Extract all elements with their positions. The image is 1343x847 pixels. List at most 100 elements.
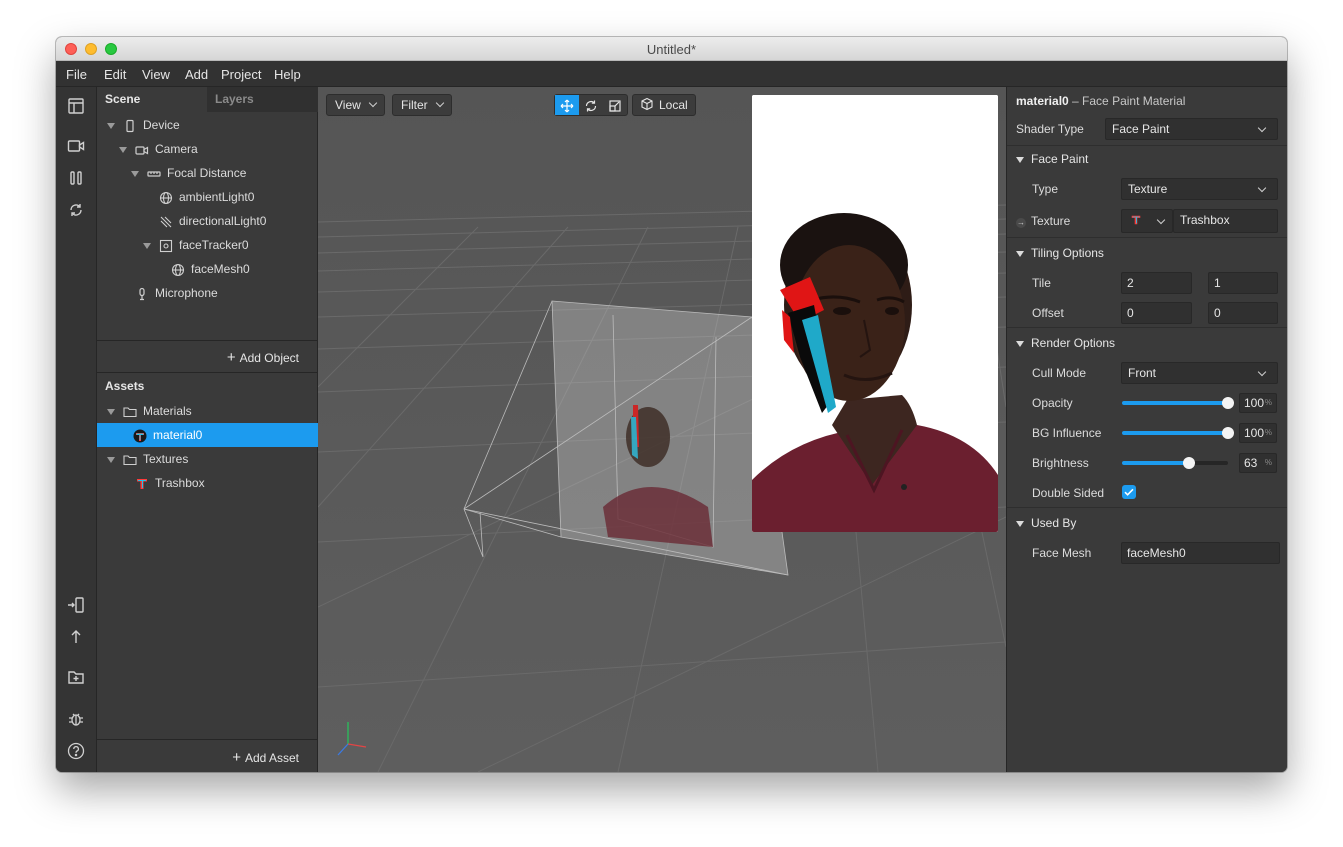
- section-tiling[interactable]: Tiling Options: [1016, 246, 1104, 260]
- chevron-down-icon: [1257, 367, 1267, 377]
- menu-add[interactable]: Add: [185, 67, 208, 82]
- bug-icon[interactable]: [66, 710, 86, 730]
- scale-tool-icon[interactable]: [603, 95, 627, 115]
- tree-item-focal-distance[interactable]: Focal Distance: [131, 161, 246, 185]
- preview-image: [752, 95, 998, 532]
- texture-field[interactable]: Trashbox: [1173, 209, 1278, 233]
- filter-dropdown[interactable]: Filter: [392, 94, 452, 116]
- object-type: – Face Paint Material: [1072, 94, 1186, 108]
- bg-influence-value-field[interactable]: 100%: [1239, 423, 1277, 443]
- offset-x-input[interactable]: 0: [1121, 302, 1192, 324]
- upload-icon[interactable]: [66, 628, 86, 648]
- asset-item-material0[interactable]: material0: [97, 423, 318, 447]
- menu-project[interactable]: Project: [221, 67, 261, 82]
- offset-y-input[interactable]: 0: [1208, 302, 1278, 324]
- tab-layers[interactable]: Layers: [207, 87, 318, 112]
- video-icon[interactable]: [66, 137, 86, 157]
- bg-influence-value: 100: [1244, 426, 1265, 440]
- opacity-value-field[interactable]: 100%: [1239, 393, 1277, 413]
- tile-x-input[interactable]: 2: [1121, 272, 1192, 294]
- add-asset-label: Add Asset: [244, 751, 299, 765]
- move-tool-icon[interactable]: [555, 95, 579, 115]
- globe-icon: [159, 191, 173, 205]
- expand-arrow-icon[interactable]: [107, 408, 115, 415]
- local-space-toggle[interactable]: Local: [632, 94, 696, 116]
- menu-file[interactable]: File: [66, 67, 87, 82]
- slider-knob[interactable]: [1182, 457, 1195, 469]
- collapse-arrow-icon: [1016, 156, 1024, 163]
- texture-label-text: Texture: [1031, 214, 1071, 228]
- bg-influence-slider[interactable]: [1122, 427, 1234, 439]
- tile-label: Tile: [1032, 276, 1051, 290]
- scene-viewport[interactable]: View Filter Local: [318, 87, 1006, 772]
- slider-knob[interactable]: [1222, 397, 1234, 409]
- chevron-down-icon: [1257, 123, 1267, 133]
- tree-item-face-mesh[interactable]: faceMesh0: [171, 257, 250, 281]
- menu-view[interactable]: View: [142, 67, 170, 82]
- expand-arrow-icon[interactable]: [107, 122, 115, 129]
- tree-item-device[interactable]: Device: [107, 113, 180, 137]
- tree-item-camera[interactable]: Camera: [119, 137, 198, 161]
- tile-y-input[interactable]: 1: [1208, 272, 1278, 294]
- pause-icon[interactable]: [66, 169, 86, 189]
- chevron-down-icon: [368, 98, 378, 108]
- simulator-preview[interactable]: [752, 95, 998, 532]
- double-sided-label: Double Sided: [1032, 486, 1105, 500]
- face-tracker-icon: [159, 239, 173, 253]
- tree-label: directionalLight0: [179, 214, 267, 228]
- tree-label: faceTracker0: [179, 238, 249, 252]
- tree-item-face-tracker[interactable]: faceTracker0: [143, 233, 249, 257]
- add-object-button[interactable]: + Add Object: [227, 349, 299, 366]
- section-title: Tiling Options: [1031, 246, 1104, 260]
- double-sided-checkbox[interactable]: [1122, 485, 1136, 499]
- slider-fill: [1122, 461, 1189, 465]
- import-folder-icon[interactable]: [66, 668, 86, 688]
- material-icon: [133, 429, 147, 443]
- percent-sign: %: [1264, 398, 1272, 407]
- opacity-value: 100: [1244, 396, 1265, 410]
- app-window: Untitled* File Edit View Add Project Hel…: [56, 37, 1287, 772]
- shader-type-dropdown[interactable]: Face Paint: [1105, 118, 1278, 140]
- brightness-value-field[interactable]: 63%: [1239, 453, 1277, 473]
- expand-arrow-icon[interactable]: [131, 170, 139, 177]
- help-icon[interactable]: [66, 742, 86, 762]
- asset-item-trashbox[interactable]: Trashbox: [135, 471, 205, 495]
- texture-icon: [1130, 212, 1142, 225]
- divider: [97, 372, 318, 373]
- send-to-device-icon[interactable]: [66, 596, 86, 616]
- expand-arrow-icon[interactable]: [119, 146, 127, 153]
- brightness-slider[interactable]: [1122, 457, 1228, 469]
- type-dropdown[interactable]: Texture: [1121, 178, 1278, 200]
- asset-folder-textures[interactable]: Textures: [107, 447, 188, 471]
- type-label: Type: [1032, 182, 1059, 196]
- view-dropdown[interactable]: View: [326, 94, 385, 116]
- section-used-by[interactable]: Used By: [1016, 516, 1076, 530]
- expand-arrow-icon[interactable]: [107, 456, 115, 463]
- texture-value: Trashbox: [1180, 213, 1230, 227]
- type-value: Texture: [1128, 182, 1168, 196]
- face-mesh-field[interactable]: faceMesh0: [1121, 542, 1280, 564]
- asset-folder-materials[interactable]: Materials: [107, 399, 192, 423]
- menu-edit[interactable]: Edit: [104, 67, 126, 82]
- opacity-slider[interactable]: [1122, 397, 1234, 409]
- texture-thumbnail-picker[interactable]: [1121, 209, 1173, 233]
- cull-mode-dropdown[interactable]: Front: [1121, 362, 1278, 384]
- brightness-value: 63: [1244, 456, 1258, 470]
- section-face-paint[interactable]: Face Paint: [1016, 152, 1088, 166]
- tree-item-microphone[interactable]: Microphone: [135, 281, 218, 305]
- collapse-arrow-icon: [1016, 250, 1024, 257]
- add-asset-button[interactable]: + Add Asset: [232, 749, 299, 766]
- expand-arrow-icon[interactable]: [143, 242, 151, 249]
- slider-knob[interactable]: [1222, 427, 1234, 439]
- transform-tools: [554, 94, 628, 116]
- tree-item-ambient-light[interactable]: ambientLight0: [159, 185, 254, 209]
- layout-icon[interactable]: [66, 97, 86, 117]
- chevron-down-icon: [1156, 215, 1166, 225]
- tab-scene[interactable]: Scene: [97, 87, 207, 112]
- menu-help[interactable]: Help: [274, 67, 301, 82]
- section-render-options[interactable]: Render Options: [1016, 336, 1115, 350]
- refresh-icon[interactable]: [66, 201, 86, 221]
- rotate-tool-icon[interactable]: [579, 95, 603, 115]
- tree-item-directional-light[interactable]: directionalLight0: [159, 209, 266, 233]
- connect-arrow-icon[interactable]: →: [1016, 218, 1026, 228]
